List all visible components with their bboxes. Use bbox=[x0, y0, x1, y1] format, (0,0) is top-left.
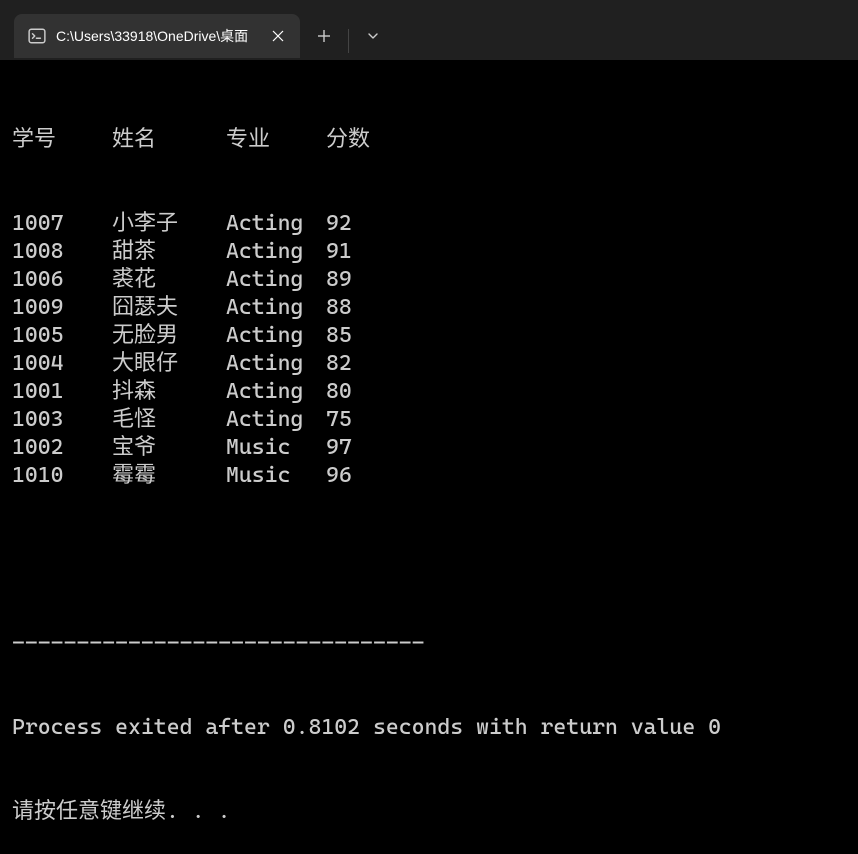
cell-score: 80 bbox=[326, 378, 352, 406]
cell-score: 92 bbox=[326, 210, 352, 238]
cell-name: 裘花 bbox=[112, 266, 226, 294]
separator-line: -------------------------------- bbox=[12, 630, 846, 658]
table-row: 1002宝爷Music97 bbox=[12, 434, 846, 462]
new-tab-button[interactable] bbox=[300, 14, 348, 58]
cell-id: 1003 bbox=[12, 406, 112, 434]
cell-major: Acting bbox=[226, 266, 326, 294]
titlebar: C:\Users\33918\OneDrive\桌面 bbox=[0, 0, 858, 60]
tab-title: C:\Users\33918\OneDrive\桌面 bbox=[56, 26, 248, 46]
cell-id: 1007 bbox=[12, 210, 112, 238]
continue-prompt: 请按任意键继续. . . bbox=[12, 798, 846, 826]
cell-score: 88 bbox=[326, 294, 352, 322]
cell-major: Acting bbox=[226, 210, 326, 238]
cell-major: Acting bbox=[226, 378, 326, 406]
cell-name: 甜茶 bbox=[112, 238, 226, 266]
cell-score: 97 bbox=[326, 434, 352, 462]
cell-id: 1008 bbox=[12, 238, 112, 266]
cell-score: 82 bbox=[326, 350, 352, 378]
table-row: 1009囧瑟夫Acting88 bbox=[12, 294, 846, 322]
cell-score: 85 bbox=[326, 322, 352, 350]
table-row: 1010霉霉Music96 bbox=[12, 462, 846, 490]
tab-close-button[interactable] bbox=[264, 22, 292, 50]
exit-message: Process exited after 0.8102 seconds with… bbox=[12, 714, 846, 742]
tab-dropdown-button[interactable] bbox=[349, 14, 397, 58]
cell-name: 囧瑟夫 bbox=[112, 294, 226, 322]
cell-id: 1001 bbox=[12, 378, 112, 406]
table-row: 1007小李子Acting92 bbox=[12, 210, 846, 238]
cell-id: 1009 bbox=[12, 294, 112, 322]
tab-console[interactable]: C:\Users\33918\OneDrive\桌面 bbox=[14, 14, 300, 58]
cell-major: Music bbox=[226, 434, 326, 462]
table-row: 1008甜茶Acting91 bbox=[12, 238, 846, 266]
cell-score: 96 bbox=[326, 462, 352, 490]
cell-score: 91 bbox=[326, 238, 352, 266]
cell-major: Acting bbox=[226, 238, 326, 266]
cell-name: 宝爷 bbox=[112, 434, 226, 462]
header-score: 分数 bbox=[326, 126, 370, 154]
header-name: 姓名 bbox=[112, 126, 226, 154]
cell-id: 1005 bbox=[12, 322, 112, 350]
cell-major: Acting bbox=[226, 322, 326, 350]
cell-name: 抖森 bbox=[112, 378, 226, 406]
cell-id: 1002 bbox=[12, 434, 112, 462]
blank-line bbox=[12, 546, 846, 574]
cell-major: Acting bbox=[226, 294, 326, 322]
cell-name: 霉霉 bbox=[112, 462, 226, 490]
cell-major: Music bbox=[226, 462, 326, 490]
cell-name: 无脸男 bbox=[112, 322, 226, 350]
cell-name: 大眼仔 bbox=[112, 350, 226, 378]
table-row: 1001抖森Acting80 bbox=[12, 378, 846, 406]
terminal-icon bbox=[28, 27, 46, 45]
table-header: 学号姓名专业分数 bbox=[12, 126, 846, 154]
cell-major: Acting bbox=[226, 350, 326, 378]
cell-name: 小李子 bbox=[112, 210, 226, 238]
cell-id: 1010 bbox=[12, 462, 112, 490]
cell-id: 1004 bbox=[12, 350, 112, 378]
header-id: 学号 bbox=[12, 126, 112, 154]
table-row: 1004大眼仔Acting82 bbox=[12, 350, 846, 378]
cell-score: 75 bbox=[326, 406, 352, 434]
cell-name: 毛怪 bbox=[112, 406, 226, 434]
cell-score: 89 bbox=[326, 266, 352, 294]
table-row: 1005无脸男Acting85 bbox=[12, 322, 846, 350]
cell-id: 1006 bbox=[12, 266, 112, 294]
table-row: 1006裘花Acting89 bbox=[12, 266, 846, 294]
terminal-output[interactable]: 学号姓名专业分数 1007小李子Acting921008甜茶Acting9110… bbox=[0, 60, 858, 854]
cell-major: Acting bbox=[226, 406, 326, 434]
header-major: 专业 bbox=[226, 126, 326, 154]
table-row: 1003毛怪Acting75 bbox=[12, 406, 846, 434]
